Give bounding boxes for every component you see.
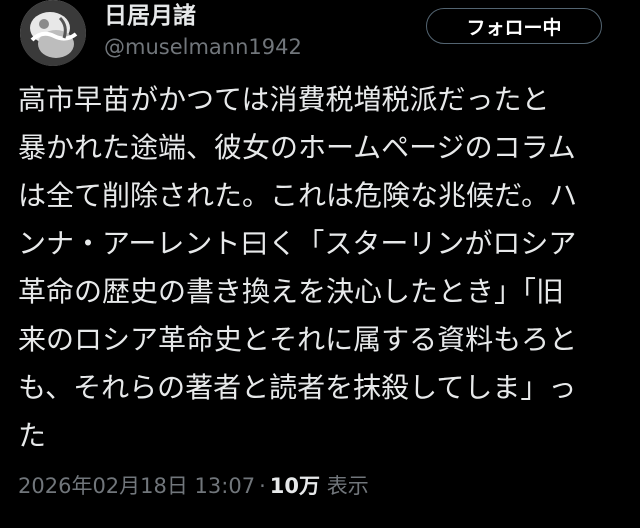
- tweet-text: 高市早苗がかつては消費税増税派だったと 暴かれた途端、彼女のホームページのコラム…: [18, 76, 628, 460]
- tweet-text-line: 革命の歴史の書き換えを決心したとき」「旧: [18, 275, 565, 308]
- tweet-text-line: 暴かれた途端、彼女のホームページのコラム: [18, 131, 576, 164]
- timestamp[interactable]: 2026年02月18日 13:07: [18, 474, 255, 498]
- tweet-text-line: も、それらの著者と読者を抹殺してしま」っ: [18, 371, 577, 404]
- meta-separator: ·: [259, 474, 266, 498]
- tweet-meta: 2026年02月18日 13:07 · 10万 表示: [18, 472, 369, 500]
- following-button[interactable]: フォロー中: [426, 8, 602, 44]
- views-label: 表示: [326, 474, 369, 498]
- author-display-name[interactable]: 日居月諸: [104, 2, 196, 30]
- tweet-text-line: は全て削除された。これは危険な兆候だ。ハ: [18, 179, 578, 212]
- author-handle[interactable]: @muselmann1942: [104, 34, 302, 60]
- avatar-image: [20, 0, 86, 66]
- views-count[interactable]: 10万: [270, 474, 320, 498]
- tweet-text-line: ンナ・アーレント曰く「スターリンがロシア: [18, 227, 577, 260]
- avatar[interactable]: [20, 0, 86, 66]
- tweet-text-line: 来のロシア革命史とそれに属する資料もろと: [18, 323, 578, 356]
- tweet-text-line: た: [18, 419, 47, 452]
- tweet-text-line: 高市早苗がかつては消費税増税派だったと: [18, 83, 550, 116]
